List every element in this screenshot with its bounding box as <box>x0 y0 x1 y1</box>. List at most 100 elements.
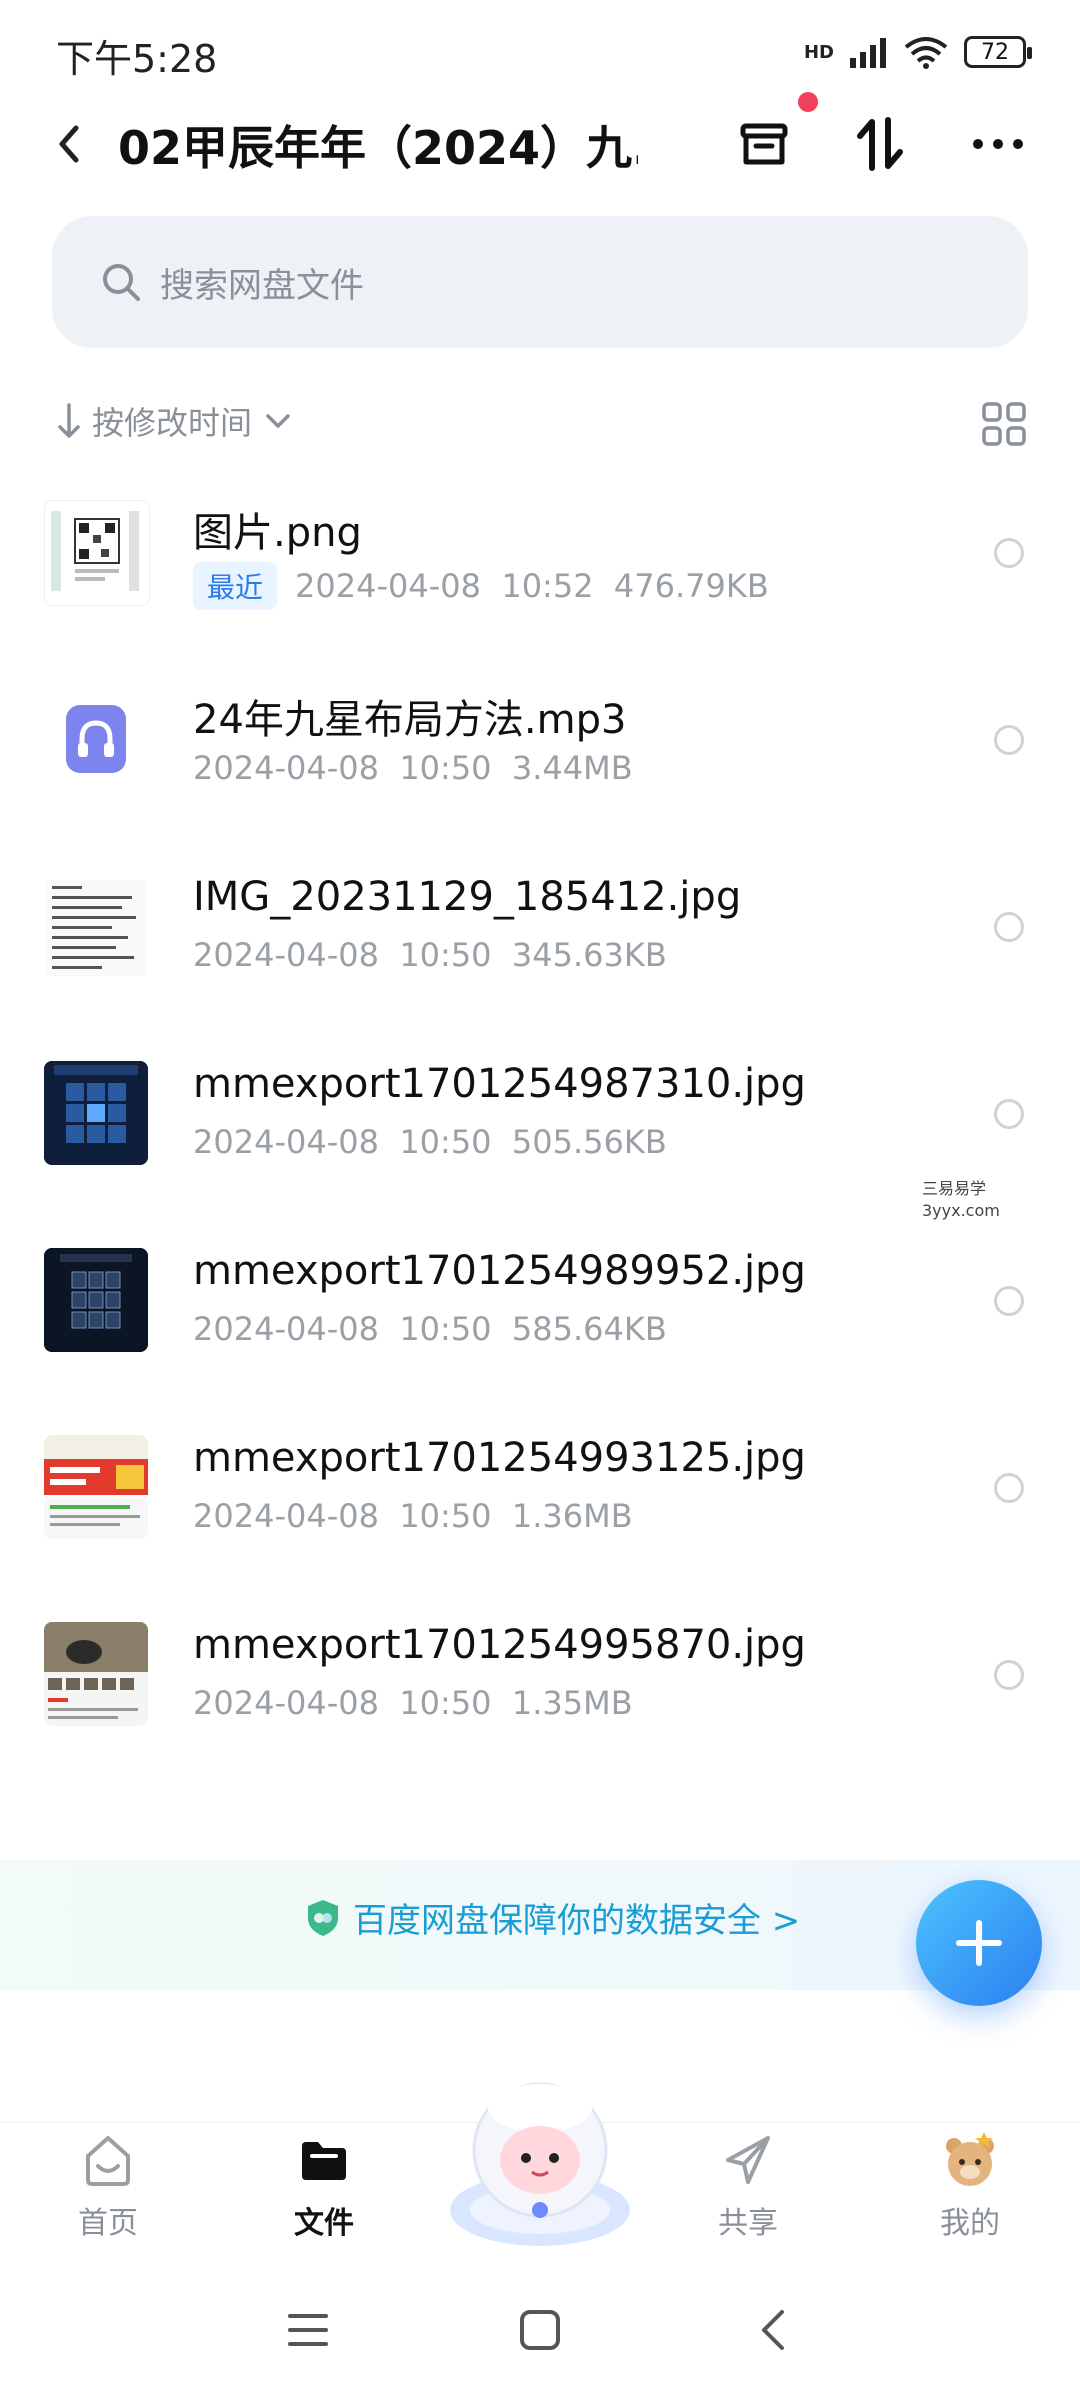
system-back-button[interactable] <box>744 2300 804 2360</box>
file-date: 2024-04-08 <box>193 1497 379 1535</box>
plus-icon <box>956 1920 1002 1966</box>
tab-home-label: 首页 <box>78 2206 138 2241</box>
select-radio[interactable] <box>994 1286 1024 1316</box>
file-name: 图片.png <box>193 510 362 556</box>
file-row[interactable]: IMG_20231129_185412.jpg 2024-04-08 10:50… <box>0 834 1080 1021</box>
watermark-line1: 三易易学 <box>922 1179 987 1198</box>
select-radio[interactable] <box>994 725 1024 755</box>
file-meta: 2024-04-08 10:50 1.36MB <box>193 1497 633 1535</box>
text-document-image-icon <box>46 880 146 976</box>
wifi-icon <box>904 37 948 69</box>
sort-label: 按修改时间 <box>92 404 253 442</box>
file-meta: 2024-04-08 10:50 345.63KB <box>193 936 667 974</box>
back-button[interactable] <box>42 116 98 172</box>
file-size: 476.79KB <box>613 567 769 605</box>
more-button[interactable] <box>962 108 1034 180</box>
file-time: 10:50 <box>399 1684 492 1722</box>
file-name: mmexport1701254995870.jpg <box>193 1622 806 1668</box>
watermark-line2: 3yyx.com <box>922 1201 1000 1220</box>
sort-down-arrow-icon <box>58 403 80 438</box>
file-date: 2024-04-08 <box>193 749 379 787</box>
shield-icon <box>308 1899 338 1936</box>
file-date: 2024-04-08 <box>193 936 379 974</box>
blue-grid-image-icon <box>44 1061 148 1165</box>
select-radio[interactable] <box>994 1660 1024 1690</box>
notification-dot <box>798 92 818 112</box>
home-face-icon <box>86 2136 130 2186</box>
file-time: 10:50 <box>399 1123 492 1161</box>
search-bar[interactable]: 搜索网盘文件 <box>52 216 1028 348</box>
select-radio[interactable] <box>994 538 1024 568</box>
status-time: 下午5:28 <box>56 37 218 81</box>
archive-box-icon <box>740 123 788 165</box>
file-time: 10:50 <box>399 1497 492 1535</box>
file-thumbnail <box>44 1622 148 1726</box>
file-date: 2024-04-08 <box>295 567 481 605</box>
tab-me[interactable]: 我的 <box>890 2130 1050 2260</box>
select-radio[interactable] <box>994 912 1024 942</box>
file-meta: 2024-04-08 10:50 505.56KB <box>193 1123 667 1161</box>
tab-share[interactable]: 共享 <box>668 2130 828 2260</box>
battery-icon: 72 <box>964 36 1032 68</box>
chevron-down-icon <box>266 414 290 428</box>
status-icons: HD 72 <box>803 28 1032 76</box>
add-fab-button[interactable] <box>916 1880 1042 2006</box>
tab-files-label: 文件 <box>294 2206 354 2241</box>
sort-arrows-icon <box>857 117 903 171</box>
file-size: 585.64KB <box>511 1310 667 1348</box>
battery-level: 72 <box>981 39 1009 65</box>
file-meta: 2024-04-08 10:50 3.44MB <box>193 749 633 787</box>
select-radio[interactable] <box>994 1099 1024 1129</box>
file-row[interactable]: 图片.png 最近 2024-04-08 10:52 476.79KB <box>0 460 1080 647</box>
audio-file-icon <box>66 705 126 773</box>
grid-view-button[interactable] <box>978 398 1030 450</box>
file-row[interactable]: 24年九星布局方法.mp3 2024-04-08 10:50 3.44MB <box>0 647 1080 834</box>
file-date: 2024-04-08 <box>193 1123 379 1161</box>
file-size: 345.63KB <box>511 936 667 974</box>
paper-plane-icon <box>726 2136 770 2184</box>
grid-view-icon <box>982 402 1026 446</box>
file-time: 10:50 <box>399 936 492 974</box>
file-size: 3.44MB <box>511 749 633 787</box>
file-name: mmexport1701254993125.jpg <box>193 1435 806 1481</box>
file-thumbnail <box>44 687 148 791</box>
sort-selector[interactable]: 按修改时间 <box>56 398 294 444</box>
more-dots-icon <box>973 139 1023 149</box>
system-menu-button[interactable] <box>278 2300 338 2360</box>
file-thumbnail <box>44 500 150 606</box>
archive-button[interactable] <box>728 108 800 180</box>
tab-share-label: 共享 <box>718 2206 778 2241</box>
dark-grid-image-icon <box>44 1248 148 1352</box>
file-meta: 2024-04-08 10:50 1.35MB <box>193 1684 633 1722</box>
system-back-icon <box>762 2310 784 2350</box>
file-name: IMG_20231129_185412.jpg <box>193 874 742 920</box>
select-radio[interactable] <box>994 1473 1024 1503</box>
file-size: 1.36MB <box>511 1497 633 1535</box>
file-size: 1.35MB <box>511 1684 633 1722</box>
bear-avatar-icon <box>946 2132 994 2186</box>
file-row[interactable]: mmexport1701254995870.jpg 2024-04-08 10:… <box>0 1582 1080 1769</box>
safety-banner-content[interactable]: 百度网盘保障你的数据安全 > <box>305 1893 800 1942</box>
file-size: 505.56KB <box>511 1123 667 1161</box>
watermark: 三易易学 3yyx.com <box>918 1176 1004 1224</box>
search-icon <box>103 264 140 301</box>
system-home-button[interactable] <box>510 2300 570 2360</box>
page-title: 02甲辰年年（2024）九... <box>118 121 638 175</box>
file-name: mmexport1701254989952.jpg <box>193 1248 806 1294</box>
red-promo-image-icon <box>44 1435 148 1539</box>
file-row[interactable]: mmexport1701254989952.jpg 2024-04-08 10:… <box>0 1208 1080 1395</box>
square-home-icon <box>520 2310 560 2350</box>
tab-files[interactable]: 文件 <box>244 2130 404 2260</box>
file-time: 10:50 <box>399 1310 492 1348</box>
file-thumbnail <box>44 1248 148 1352</box>
mascot-button[interactable] <box>440 2060 640 2250</box>
sort-button[interactable] <box>844 108 916 180</box>
safety-banner-text: 百度网盘保障你的数据安全 > <box>353 1901 801 1941</box>
menu-icon <box>288 2314 328 2346</box>
network-label: HD <box>803 41 834 63</box>
file-row[interactable]: mmexport1701254993125.jpg 2024-04-08 10:… <box>0 1395 1080 1582</box>
tab-home[interactable]: 首页 <box>28 2130 188 2260</box>
product-photo-image-icon <box>44 1622 148 1726</box>
file-time: 10:52 <box>501 567 594 605</box>
astronaut-mascot-icon <box>450 2082 630 2246</box>
